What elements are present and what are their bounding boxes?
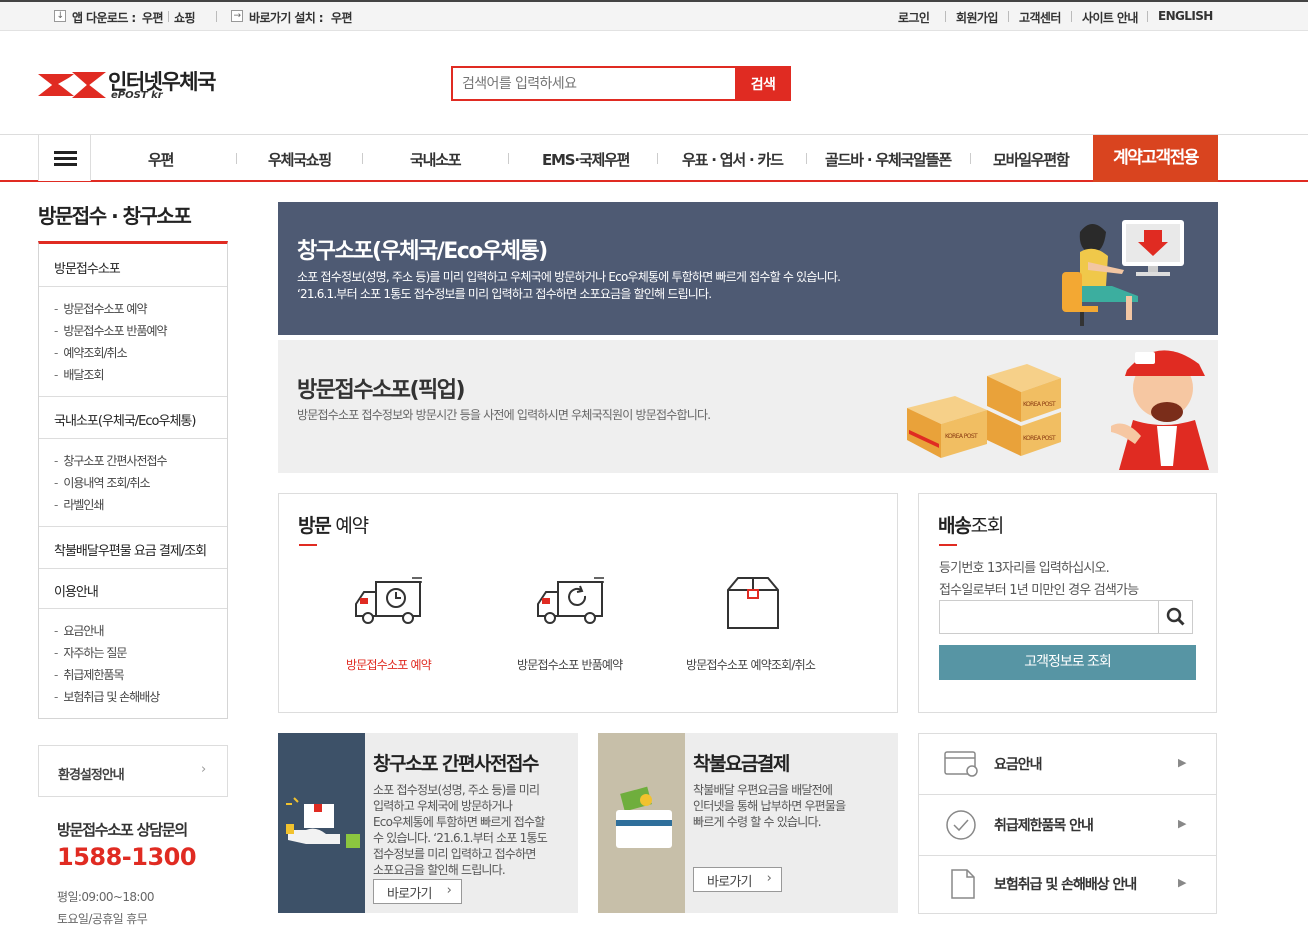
search-input[interactable] [451,66,735,101]
sidebar-section-usage-guide[interactable]: 이용안내 [54,581,99,600]
card2-line1: 착불배달 우편요금을 배달전에 [693,783,833,797]
delivery-tracking-title: 배송조회 [938,515,1004,537]
nav-shopping[interactable]: 우체국쇼핑 [268,149,332,170]
nav-goldbar[interactable]: 골드바 · 우체국알뜰폰 [825,149,952,170]
sidebar-section-domestic[interactable]: 국내소포(우체국/Eco우체통) [54,410,196,429]
nav-contract-customers[interactable]: 계약고객전용 [1093,135,1218,182]
nav-mobile-mailbox[interactable]: 모바일우편함 [993,149,1070,170]
login-link[interactable]: 로그인 [898,9,930,26]
epost-logo-icon[interactable] [36,66,106,102]
search-icon [1166,607,1185,626]
caret-right-icon: ▶ [1178,817,1186,830]
consult-holiday: 토요일/공휴일 휴무 [57,912,148,926]
banner-visit-pickup-title: 방문접수소포(픽업) [297,378,466,403]
card2-title: 착불요금결제 [693,753,790,775]
shortcut-icon: → [231,10,243,22]
card1-line4: 수 있습니다. ‘21.6.1.부터 소포 1통도 [373,831,548,845]
banner-counter-parcel-desc2: ‘21.6.1.부터 소포 1통도 접수정보를 미리 입력하고 접수하면 소포요… [297,287,712,301]
site-guide-link[interactable]: 사이트 안내 [1082,9,1138,26]
tracking-number-input[interactable] [939,600,1159,634]
return-reservation-link[interactable]: 방문접수소포 반품예약 [517,656,623,673]
sidebar-item-quick-preregistration[interactable]: 창구소포 간편사전접수 [54,452,167,469]
info-fee-guide-link[interactable]: 요금안내 [994,754,1043,774]
sidebar-item-insurance[interactable]: 보험취급 및 손해배상 [54,688,160,705]
mail-carrier-boxes-illustration: KOREA POST KOREA POST KOREA POST [907,350,1209,470]
chevron-right-icon: › [201,762,206,777]
tracking-desc2: 접수일로부터 1년 미만인 경우 검색가능 [939,583,1139,598]
menu-icon[interactable] [38,135,91,181]
consult-phone: 1588-1300 [57,843,197,871]
tracking-search-button[interactable] [1158,600,1193,634]
payment-card-icon [616,786,672,848]
visit-reservation-title: 방문 예약 [298,515,369,537]
caret-right-icon: ▶ [1178,876,1186,889]
app-download-shopping-link[interactable]: 쇼핑 [174,9,195,26]
box-label-1: KOREA POST [945,433,978,440]
sidebar-title: 방문접수 · 창구소포 [38,204,192,228]
visit-reservation-link[interactable]: 방문접수소포 예약 [346,656,432,673]
search-button[interactable]: 검색 [735,66,791,101]
banner-visit-pickup-desc: 방문접수소포 접수정보와 방문시간 등을 사전에 입력하시면 우체국직원이 방문… [297,408,711,422]
sidebar-item-faq[interactable]: 자주하는 질문 [54,644,127,661]
sidebar-item-usage-lookup[interactable]: 이용내역 조회/취소 [54,474,150,491]
card1-title: 창구소포 간편사전접수 [373,753,539,775]
environment-settings-link[interactable]: 환경설정안내 [38,745,228,797]
customer-center-link[interactable]: 고객센터 [1019,9,1061,26]
reservation-lookup-link[interactable]: 방문접수소포 예약조회/취소 [686,656,816,673]
parcel-hand-icon [286,797,360,848]
card1-line6: 소포요금을 할인해 드립니다. [373,863,506,877]
sidebar-menu: 방문접수소포 방문접수소포 예약 방문접수소포 반품예약 예약조회/취소 배달조… [38,241,228,719]
app-download-label: 앱 다운로드 : [72,11,136,25]
sidebar-section-cod-payment[interactable]: 착불배달우편물 요금 결제/조회 [54,540,207,559]
sidebar-item-fee-guide[interactable]: 요금안내 [54,622,104,639]
info-restricted-items-link[interactable]: 취급제한품목 안내 [994,815,1094,835]
nav-stamps[interactable]: 우표 · 엽서 · 카드 [682,149,784,170]
sidebar-section-visit-parcel[interactable]: 방문접수소포 [54,258,121,277]
sidebar-item-return-reservation[interactable]: 방문접수소포 반품예약 [54,322,167,339]
wallet-icon [944,751,978,777]
shortcut-label: 바로가기 설치 : [249,11,324,25]
banner-counter-parcel-title: 창구소포(우체국/Eco우체통) [297,239,548,264]
tracking-desc1: 등기번호 13자리를 입력하십시오. [939,561,1110,576]
sidebar-item-reservation-lookup[interactable]: 예약조회/취소 [54,344,127,361]
card1-line5: 접수정보를 미리 입력하고 접수하면 [373,847,536,861]
card1-go-button[interactable]: 바로가기 › [373,879,462,904]
shortcut-postal-link[interactable]: 우편 [331,9,352,26]
truck-return-icon[interactable] [534,574,608,628]
caret-right-icon: ▶ [1178,756,1186,769]
sidebar-item-restricted-items[interactable]: 취급제한품목 [54,666,124,683]
box-label-2: KOREA POST [1023,401,1056,408]
truck-clock-icon[interactable] [352,574,426,628]
card1-line3: Eco우체통에 투함하면 빠르게 접수할 [373,815,545,829]
consult-title: 방문접수소포 상담문의 [57,821,188,839]
english-link[interactable]: ENGLISH [1158,9,1213,23]
card2-line2: 인터넷을 통해 납부하면 우편물을 [693,799,846,813]
card2-go-button[interactable]: 바로가기 › [693,867,782,892]
document-icon [951,869,975,899]
card1-line1: 소포 접수정보(성명, 주소 등)를 미리 [373,783,540,797]
sidebar-item-label-print[interactable]: 라벨인쇄 [54,496,104,513]
main-navigation: 우편 우체국쇼핑 국내소포 EMS·국제우편 우표 · 엽서 · 카드 골드바 … [0,134,1308,182]
info-insurance-link[interactable]: 보험취급 및 손해배상 안내 [994,874,1137,894]
check-circle-icon [946,810,976,840]
nav-ems[interactable]: EMS·국제우편 [542,149,630,170]
card2-line3: 빠르게 수령 할 수 있습니다. [693,815,822,829]
box-label-3: KOREA POST [1023,435,1056,442]
sidebar-item-delivery-lookup[interactable]: 배달조회 [54,366,104,383]
top-utility-bar: ↓ 앱 다운로드 : 우편 쇼핑 → 바로가기 설치 : 우편 로그인 회원가입… [0,0,1308,31]
consult-hours: 평일:09:00~18:00 [57,890,155,904]
woman-at-computer-illustration [1062,220,1184,326]
card1-line2: 입력하고 우체국에 방문하거나 [373,799,513,813]
nav-postal[interactable]: 우편 [148,149,174,170]
app-download-postal-link[interactable]: 우편 [142,9,163,26]
download-icon: ↓ [54,10,66,22]
nav-domestic-parcel[interactable]: 국내소포 [410,149,462,170]
signup-link[interactable]: 회원가입 [956,9,998,26]
sidebar-item-visit-reservation[interactable]: 방문접수소포 예약 [54,300,147,317]
logo-subtext: ePOST kr [111,90,163,101]
box-icon[interactable] [724,574,782,632]
lookup-by-customer-info-button[interactable]: 고객정보로 조회 [939,645,1196,680]
banner-counter-parcel-desc1: 소포 접수정보(성명, 주소 등)를 미리 입력하고 우체국에 방문하거나 Ec… [297,270,841,284]
